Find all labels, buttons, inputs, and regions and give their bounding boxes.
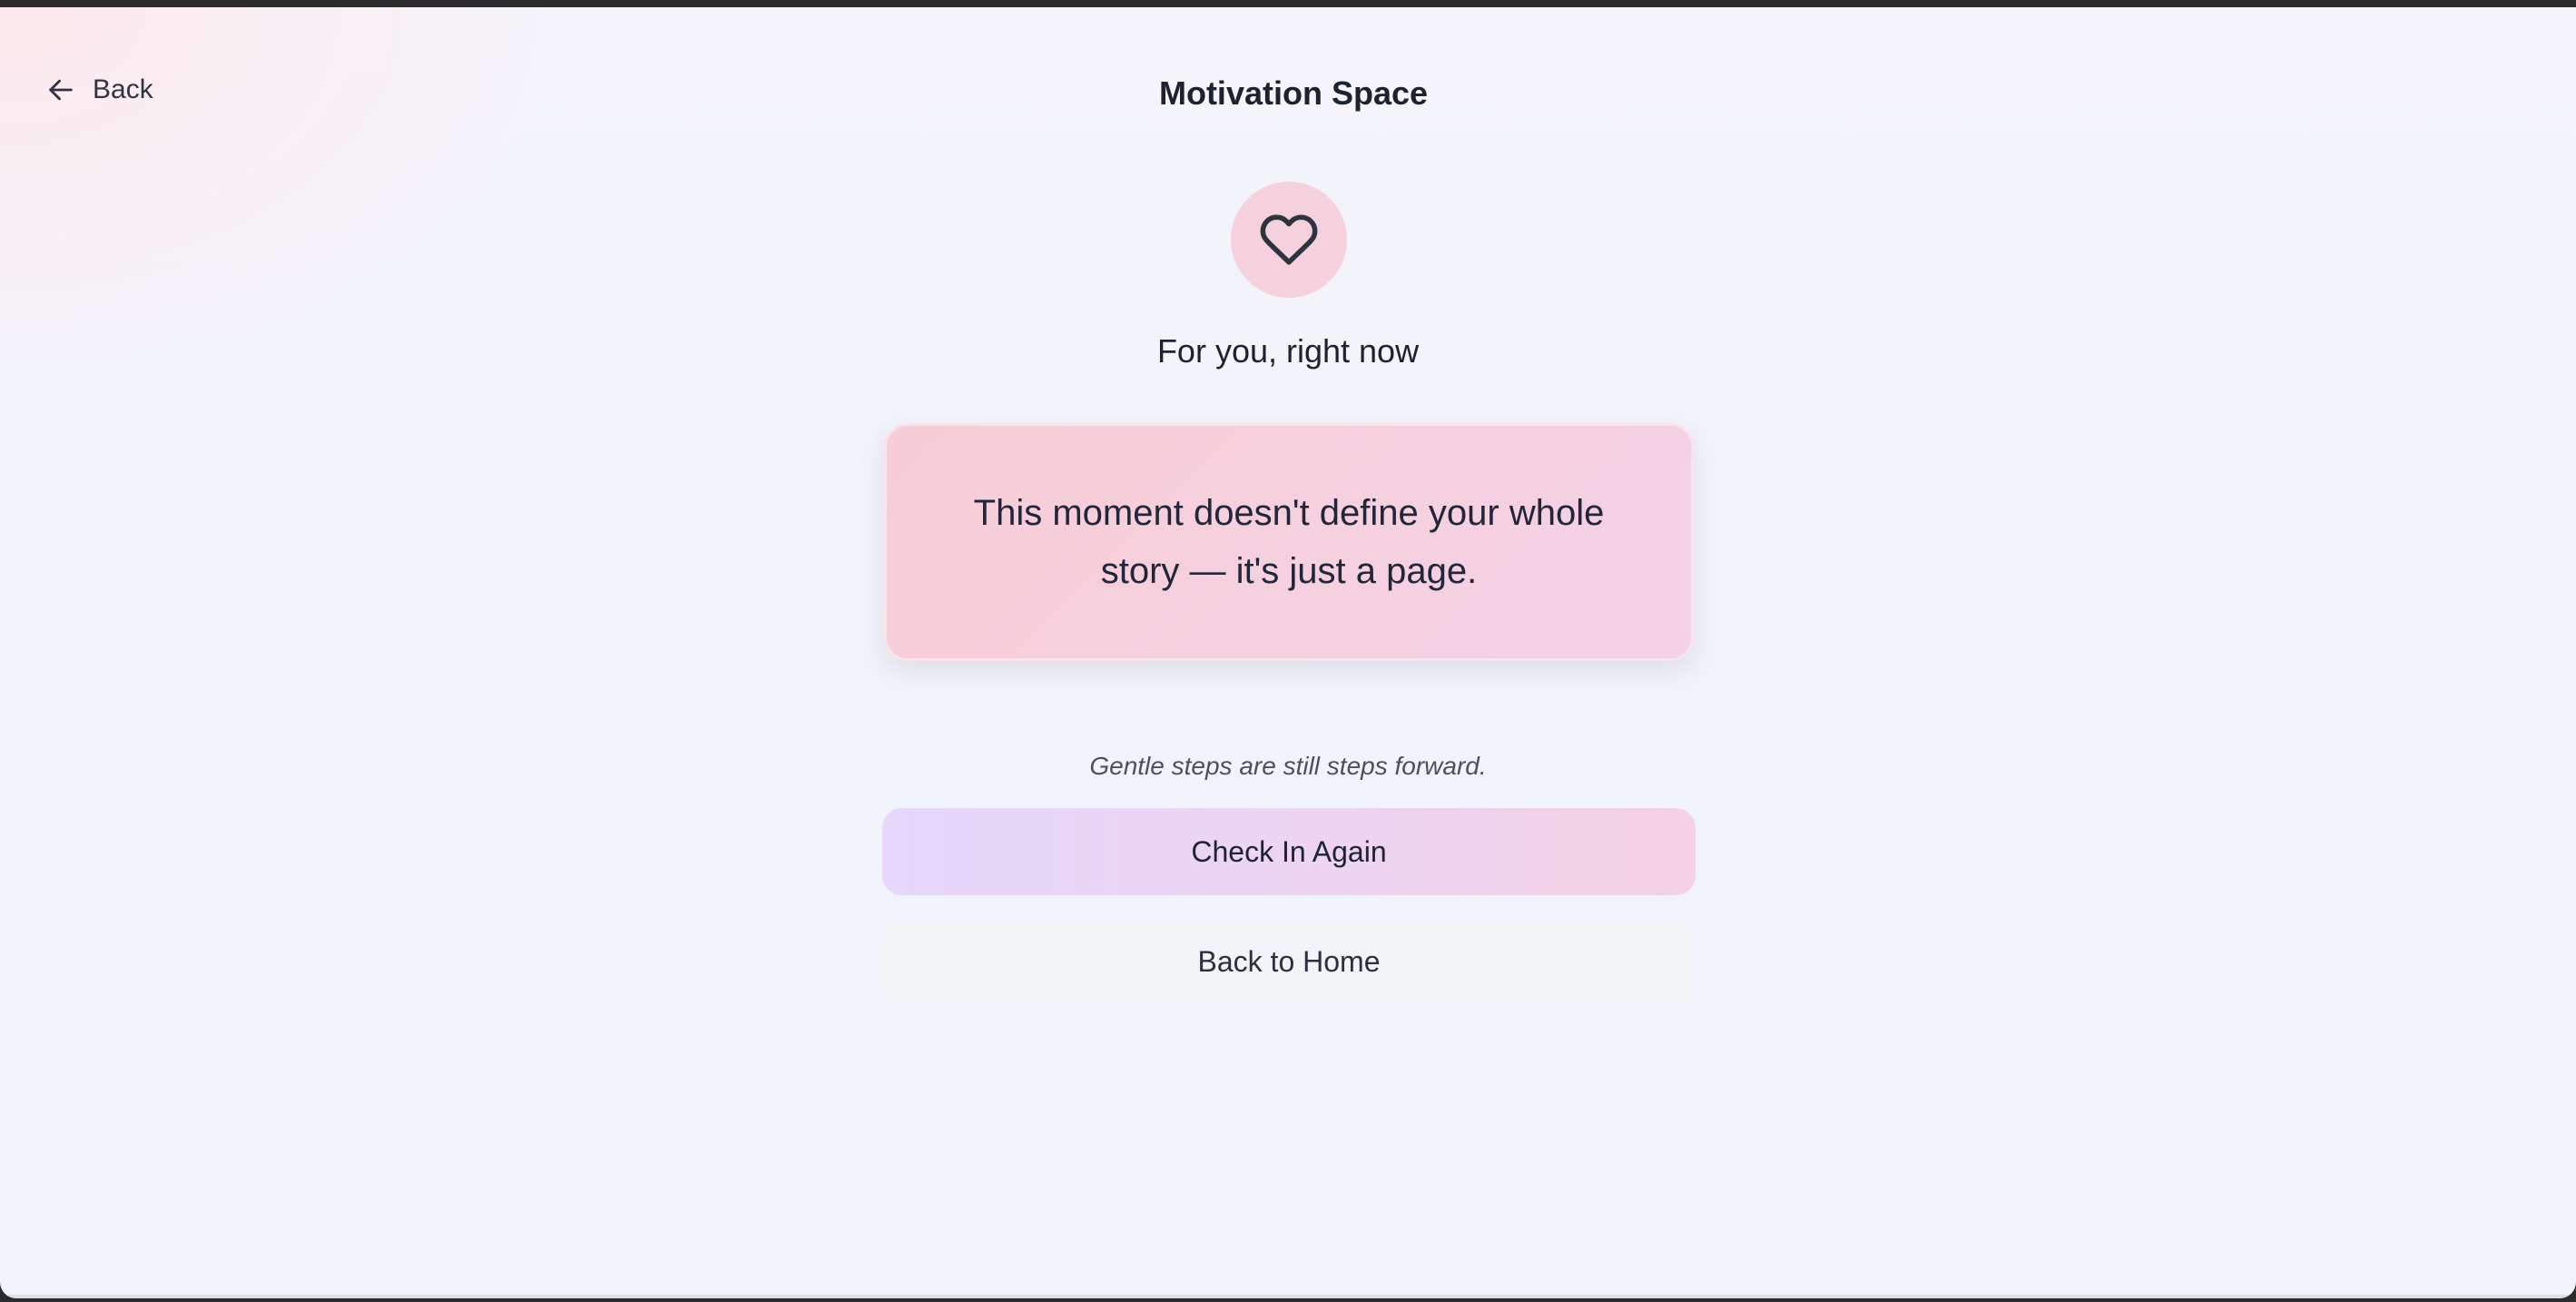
heart-icon (1260, 214, 1318, 265)
check-in-again-button[interactable]: Check In Again (882, 808, 1696, 895)
quote-card: This moment doesn't define your whole st… (884, 423, 1694, 661)
heart-badge (1231, 182, 1347, 298)
encouragement-hint: Gentle steps are still steps forward. (1089, 752, 1487, 780)
page-title: Motivation Space (1158, 74, 1429, 112)
back-to-home-button[interactable]: Back to Home (882, 919, 1696, 1004)
back-to-home-label: Back to Home (1197, 944, 1381, 978)
section-subtitle: For you, right now (1156, 332, 1420, 370)
check-in-again-label: Check In Again (1191, 834, 1387, 868)
quote-text: This moment doesn't define your whole st… (973, 493, 1605, 591)
app-window: Back Motivation Space For you, right now… (0, 7, 2576, 1298)
window-bottom-edge (0, 1295, 2576, 1298)
